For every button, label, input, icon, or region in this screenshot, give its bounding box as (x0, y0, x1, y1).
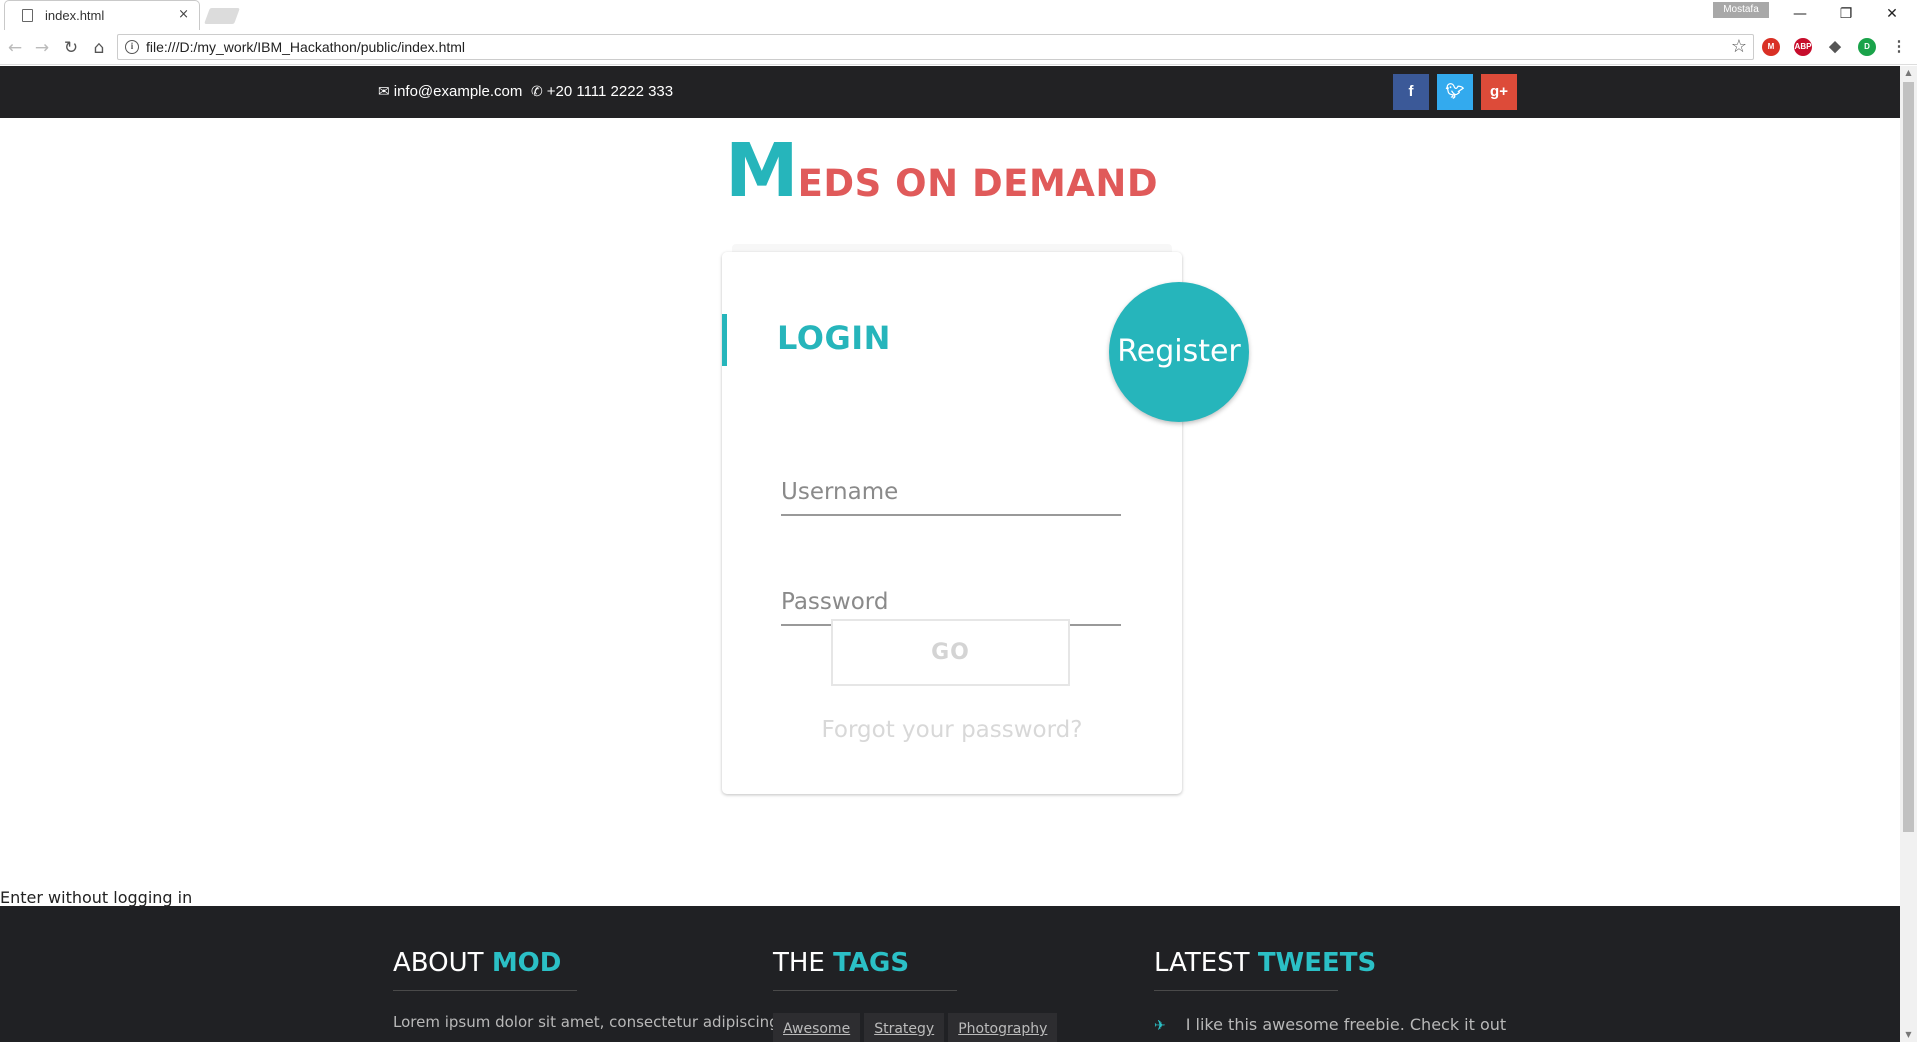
login-title: LOGIN (777, 319, 891, 357)
restore-icon[interactable]: ❐ (1831, 4, 1861, 24)
tags-heading-prefix: THE (773, 948, 825, 978)
browser-toolbar: ← → ↻ ⌂ i file:///D:/my_work/IBM_Hackath… (0, 30, 1917, 65)
phone-icon: ✆ (531, 84, 543, 100)
email-icon: ✉ (378, 84, 390, 100)
bookmark-star-icon[interactable]: ☆ (1731, 36, 1747, 57)
tag-item[interactable]: Photography (948, 1013, 1058, 1042)
adblock-plus-icon[interactable]: ABP (1794, 38, 1812, 56)
tweets-divider (1154, 990, 1338, 991)
go-button[interactable]: GO (831, 619, 1070, 686)
minimize-icon[interactable]: — (1785, 4, 1815, 24)
tab-close-icon[interactable]: × (178, 7, 189, 22)
about-text: Lorem ipsum dolor sit amet, consectetur … (393, 1013, 779, 1031)
tag-list: Awesome Strategy Photography (773, 1013, 1061, 1042)
login-accent-bar (722, 314, 727, 366)
about-heading: ABOUT MOD (393, 948, 779, 978)
enter-without-login-link[interactable]: Enter without logging in (0, 888, 192, 907)
forward-icon[interactable]: → (30, 36, 54, 60)
twitter-bird-icon: ✈ (1154, 1018, 1166, 1034)
back-icon[interactable]: ← (3, 36, 27, 60)
page-icon (22, 9, 33, 22)
new-tab-button[interactable] (204, 8, 240, 24)
home-icon[interactable]: ⌂ (87, 36, 111, 60)
gmail-extension-icon[interactable]: M (1762, 38, 1780, 56)
pocket-icon[interactable]: ◆ (1826, 38, 1844, 56)
tweets-heading-prefix: LATEST (1154, 948, 1250, 978)
about-heading-highlight: MOD (491, 948, 562, 978)
tweet-text[interactable]: I like this awesome freebie. Check it ou… (1186, 1015, 1506, 1034)
vertical-scrollbar[interactable]: ▲ ▼ (1900, 66, 1917, 1042)
footer-about: ABOUT MOD Lorem ipsum dolor sit amet, co… (393, 948, 779, 1031)
profile-badge[interactable]: Mostafa (1713, 2, 1769, 18)
register-button[interactable]: Register (1109, 282, 1249, 422)
tags-divider (773, 990, 957, 991)
tweets-heading-highlight: TWEETS (1257, 948, 1377, 978)
page-viewport: ✉ info@example.com ✆ +20 1111 2222 333 f 🐦︎… (0, 66, 1900, 1042)
tweet-item: ✈ I like this awesome freebie. Check it o… (1154, 1015, 1506, 1034)
forgot-password-link[interactable]: Forgot your password? (722, 717, 1182, 743)
tags-heading: THE TAGS (773, 948, 1061, 978)
email-text: info@example.com (393, 83, 523, 100)
contact-phone: ✆ +20 1111 2222 333 (531, 83, 673, 100)
info-icon[interactable]: i (125, 40, 139, 54)
tags-heading-highlight: TAGS (833, 948, 910, 978)
browser-tabstrip: index.html × Mostafa — ❐ ✕ (0, 0, 1917, 30)
site-logo[interactable]: MEDS ON DEMAND (725, 128, 1158, 214)
twitter-icon[interactable]: 🐦︎ (1437, 74, 1473, 110)
menu-icon[interactable]: ⋮ (1890, 38, 1908, 56)
google-plus-icon[interactable]: g+ (1481, 74, 1517, 110)
about-divider (393, 990, 577, 991)
top-contact-bar: ✉ info@example.com ✆ +20 1111 2222 333 f 🐦︎… (0, 66, 1900, 118)
scrollbar-thumb[interactable] (1903, 82, 1914, 832)
reload-icon[interactable]: ↻ (59, 36, 83, 60)
tab-title: index.html (45, 8, 105, 23)
logo-initial: M (725, 128, 799, 214)
footer-tags: THE TAGS Awesome Strategy Photography (773, 948, 1061, 1042)
footer-tweets: LATEST TWEETS ✈ I like this awesome freeb… (1154, 948, 1506, 1034)
window-close-icon[interactable]: ✕ (1877, 4, 1907, 24)
tag-item[interactable]: Strategy (864, 1013, 945, 1042)
browser-tab[interactable]: index.html × (4, 0, 200, 30)
tag-item[interactable]: Awesome (773, 1013, 861, 1042)
scroll-up-arrow-icon[interactable]: ▲ (1900, 66, 1917, 80)
url-text[interactable]: file:///D:/my_work/IBM_Hackathon/public/… (146, 39, 465, 55)
address-bar[interactable]: i file:///D:/my_work/IBM_Hackathon/publi… (117, 34, 1754, 60)
phone-text: +20 1111 2222 333 (546, 83, 674, 100)
contact-email: ✉ info@example.com (378, 83, 522, 100)
tweets-heading: LATEST TWEETS (1154, 948, 1506, 978)
green-extension-icon[interactable]: D (1858, 38, 1876, 56)
facebook-icon[interactable]: f (1393, 74, 1429, 110)
logo-text: EDS ON DEMAND (797, 162, 1159, 205)
footer: ABOUT MOD Lorem ipsum dolor sit amet, co… (0, 906, 1900, 1042)
about-heading-prefix: ABOUT (393, 948, 484, 978)
scroll-down-arrow-icon[interactable]: ▼ (1900, 1028, 1917, 1042)
username-input[interactable] (781, 470, 1121, 516)
